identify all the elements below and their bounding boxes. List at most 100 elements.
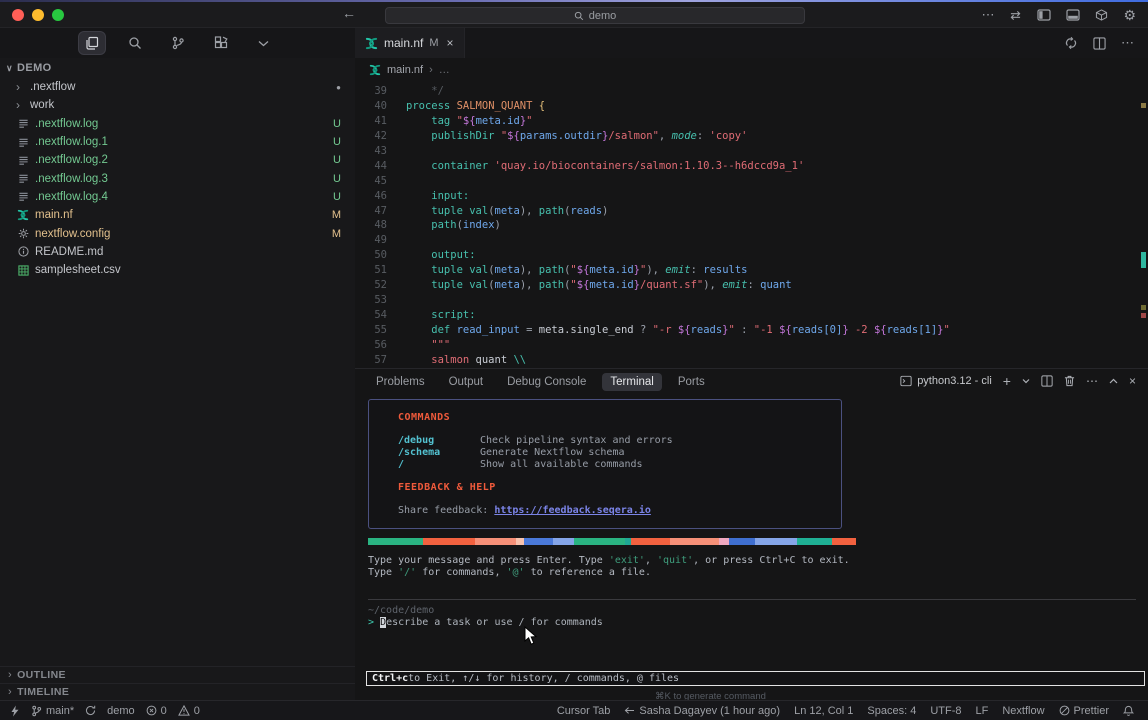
explorer-view-icon[interactable] — [79, 32, 105, 54]
outline-section[interactable]: › OUTLINE — [0, 666, 355, 683]
status-item-lf[interactable]: LF — [976, 705, 989, 717]
status-item-prettier[interactable]: Prettier — [1059, 705, 1109, 717]
line-number: 43 — [355, 144, 387, 159]
panel-tab-debug-console[interactable]: Debug Console — [499, 373, 594, 391]
explorer-section-header[interactable]: ∨ DEMO — [0, 58, 355, 78]
file-item--nextflow-log-3[interactable]: .nextflow.log.3U — [0, 169, 355, 187]
status-item-sasha-dagayev-1-hour-ago[interactable]: Sasha Dagayev (1 hour ago) — [624, 705, 780, 717]
maximize-panel-chevron-icon[interactable] — [1109, 378, 1118, 384]
status-item-lightning[interactable] — [10, 705, 20, 717]
code-line[interactable]: 47 tuple val(meta), path(reads) — [355, 204, 1138, 219]
breadcrumb[interactable]: main.nf › … — [355, 58, 1148, 82]
code-line[interactable]: 55 def read_input = meta.single_end ? "-… — [355, 323, 1138, 338]
code-line[interactable]: 46 input: — [355, 189, 1138, 204]
file-item--nextflow-log-1[interactable]: .nextflow.log.1U — [0, 133, 355, 151]
prettier-icon — [1059, 705, 1070, 716]
line-number: 39 — [355, 84, 387, 99]
status-item-demo[interactable]: demo — [107, 705, 135, 717]
tab-close-icon[interactable]: × — [447, 36, 454, 50]
file-item-nextflow-config[interactable]: nextflow.configM — [0, 224, 355, 242]
minimize-window-button[interactable] — [32, 9, 44, 21]
status-item-utf-8[interactable]: UTF-8 — [930, 705, 961, 717]
terminal-profile[interactable]: python3.12 - cli — [900, 375, 992, 387]
status-item-0[interactable]: 0 — [178, 705, 200, 717]
status-item-cursor-tab[interactable]: Cursor Tab — [557, 705, 611, 717]
editor-more-actions-icon[interactable]: ⋯ — [1121, 35, 1134, 51]
info-icon — [16, 246, 30, 257]
status-item-nextflow[interactable]: Nextflow — [1002, 705, 1044, 717]
timeline-section[interactable]: › TIMELINE — [0, 683, 355, 700]
kill-terminal-trash-icon[interactable] — [1064, 375, 1075, 387]
overview-ruler[interactable] — [1138, 58, 1148, 368]
chat-prompt[interactable]: > Describe a task or use / for commands — [368, 617, 603, 628]
status-item-main[interactable]: main* — [31, 705, 74, 717]
line-number: 40 — [355, 99, 387, 114]
extensions-view-icon[interactable] — [208, 32, 234, 54]
code-line[interactable]: 42 publishDir "${params.outdir}/salmon",… — [355, 129, 1138, 144]
code-line[interactable]: 50 output: — [355, 248, 1138, 263]
more-actions-icon[interactable]: ⋯ — [981, 7, 994, 23]
code-line[interactable]: 56 """ — [355, 338, 1138, 353]
source-control-view-icon[interactable] — [165, 32, 191, 54]
tab-main-nf[interactable]: main.nf M × — [355, 28, 465, 58]
toggle-panel-icon[interactable] — [1066, 9, 1080, 21]
close-window-button[interactable] — [12, 9, 24, 21]
maximize-window-button[interactable] — [52, 9, 64, 21]
code-area[interactable]: 39 */40process SALMON_QUANT {41 tag "${m… — [355, 84, 1138, 368]
file-item--nextflow-log[interactable]: .nextflow.logU — [0, 115, 355, 133]
back-arrow-icon[interactable]: ← — [342, 5, 356, 21]
panel-actions: python3.12 - cli + ⋯ × — [900, 373, 1136, 389]
file-item-README-md[interactable]: README.md — [0, 243, 355, 261]
status-item-spaces-4[interactable]: Spaces: 4 — [867, 705, 916, 717]
feedback-link[interactable]: https://feedback.seqera.io — [494, 505, 651, 516]
terminal-content[interactable]: COMMANDS /debugCheck pipeline syntax and… — [355, 395, 1148, 700]
code-line[interactable]: 41 tag "${meta.id}" — [355, 114, 1138, 129]
code-line[interactable]: 52 tuple val(meta), path("${meta.id}/qua… — [355, 278, 1138, 293]
code-line[interactable]: 45 — [355, 174, 1138, 189]
status-item-0[interactable]: 0 — [146, 705, 167, 717]
command-center-search[interactable]: demo — [385, 7, 805, 24]
open-changes-icon[interactable] — [1064, 36, 1078, 50]
chevron-right-icon: › — [16, 98, 30, 112]
status-item-sync[interactable] — [85, 705, 96, 716]
nextflow-file-icon — [365, 37, 378, 50]
hint-line-1: Type your message and press Enter. Type … — [368, 555, 850, 567]
code-line[interactable]: 54 script: — [355, 308, 1138, 323]
panel-tab-terminal[interactable]: Terminal — [602, 373, 661, 391]
split-editor-icon[interactable] — [1093, 37, 1106, 50]
status-item-bell[interactable] — [1123, 705, 1134, 717]
split-terminal-icon[interactable] — [1041, 375, 1053, 387]
panel-tab-problems[interactable]: Problems — [368, 373, 433, 391]
git-status-badge: U — [333, 191, 341, 203]
code-line[interactable]: 44 container 'quay.io/biocontainers/salm… — [355, 159, 1138, 174]
file-item--nextflow-log-2[interactable]: .nextflow.log.2U — [0, 151, 355, 169]
close-panel-icon[interactable]: × — [1129, 374, 1136, 388]
customize-layout-icon[interactable] — [1095, 9, 1108, 21]
search-view-icon[interactable] — [122, 32, 148, 54]
sync-arrows-icon[interactable] — [1009, 10, 1022, 21]
code-line[interactable]: 57 salmon quant \\ — [355, 353, 1138, 368]
code-line[interactable]: 53 — [355, 293, 1138, 308]
item-label: .nextflow.log.1 — [35, 136, 333, 148]
code-line[interactable]: 43 — [355, 144, 1138, 159]
code-line[interactable]: 48 path(index) — [355, 218, 1138, 233]
terminal-dropdown-chevron-icon[interactable] — [1022, 378, 1030, 384]
code-line[interactable]: 40process SALMON_QUANT { — [355, 99, 1138, 114]
code-line[interactable]: 39 */ — [355, 84, 1138, 99]
status-item-ln-12-col-1[interactable]: Ln 12, Col 1 — [794, 705, 853, 717]
panel-tab-ports[interactable]: Ports — [670, 373, 713, 391]
line-number: 55 — [355, 323, 387, 338]
folder-item-work[interactable]: ›work — [0, 96, 355, 114]
file-item-main-nf[interactable]: main.nfM — [0, 206, 355, 224]
settings-gear-icon[interactable]: ⚙ — [1123, 7, 1136, 24]
panel-more-actions-icon[interactable]: ⋯ — [1086, 374, 1098, 388]
more-views-chevron-icon[interactable] — [251, 32, 277, 54]
code-line[interactable]: 51 tuple val(meta), path("${meta.id}"), … — [355, 263, 1138, 278]
code-line[interactable]: 49 — [355, 233, 1138, 248]
panel-tab-output[interactable]: Output — [441, 373, 492, 391]
folder-item--nextflow[interactable]: ›.nextflow● — [0, 78, 355, 96]
file-item-samplesheet-csv[interactable]: samplesheet.csv — [0, 261, 355, 279]
toggle-sidebar-icon[interactable] — [1037, 9, 1051, 21]
file-item--nextflow-log-4[interactable]: .nextflow.log.4U — [0, 188, 355, 206]
new-terminal-icon[interactable]: + — [1003, 373, 1011, 389]
